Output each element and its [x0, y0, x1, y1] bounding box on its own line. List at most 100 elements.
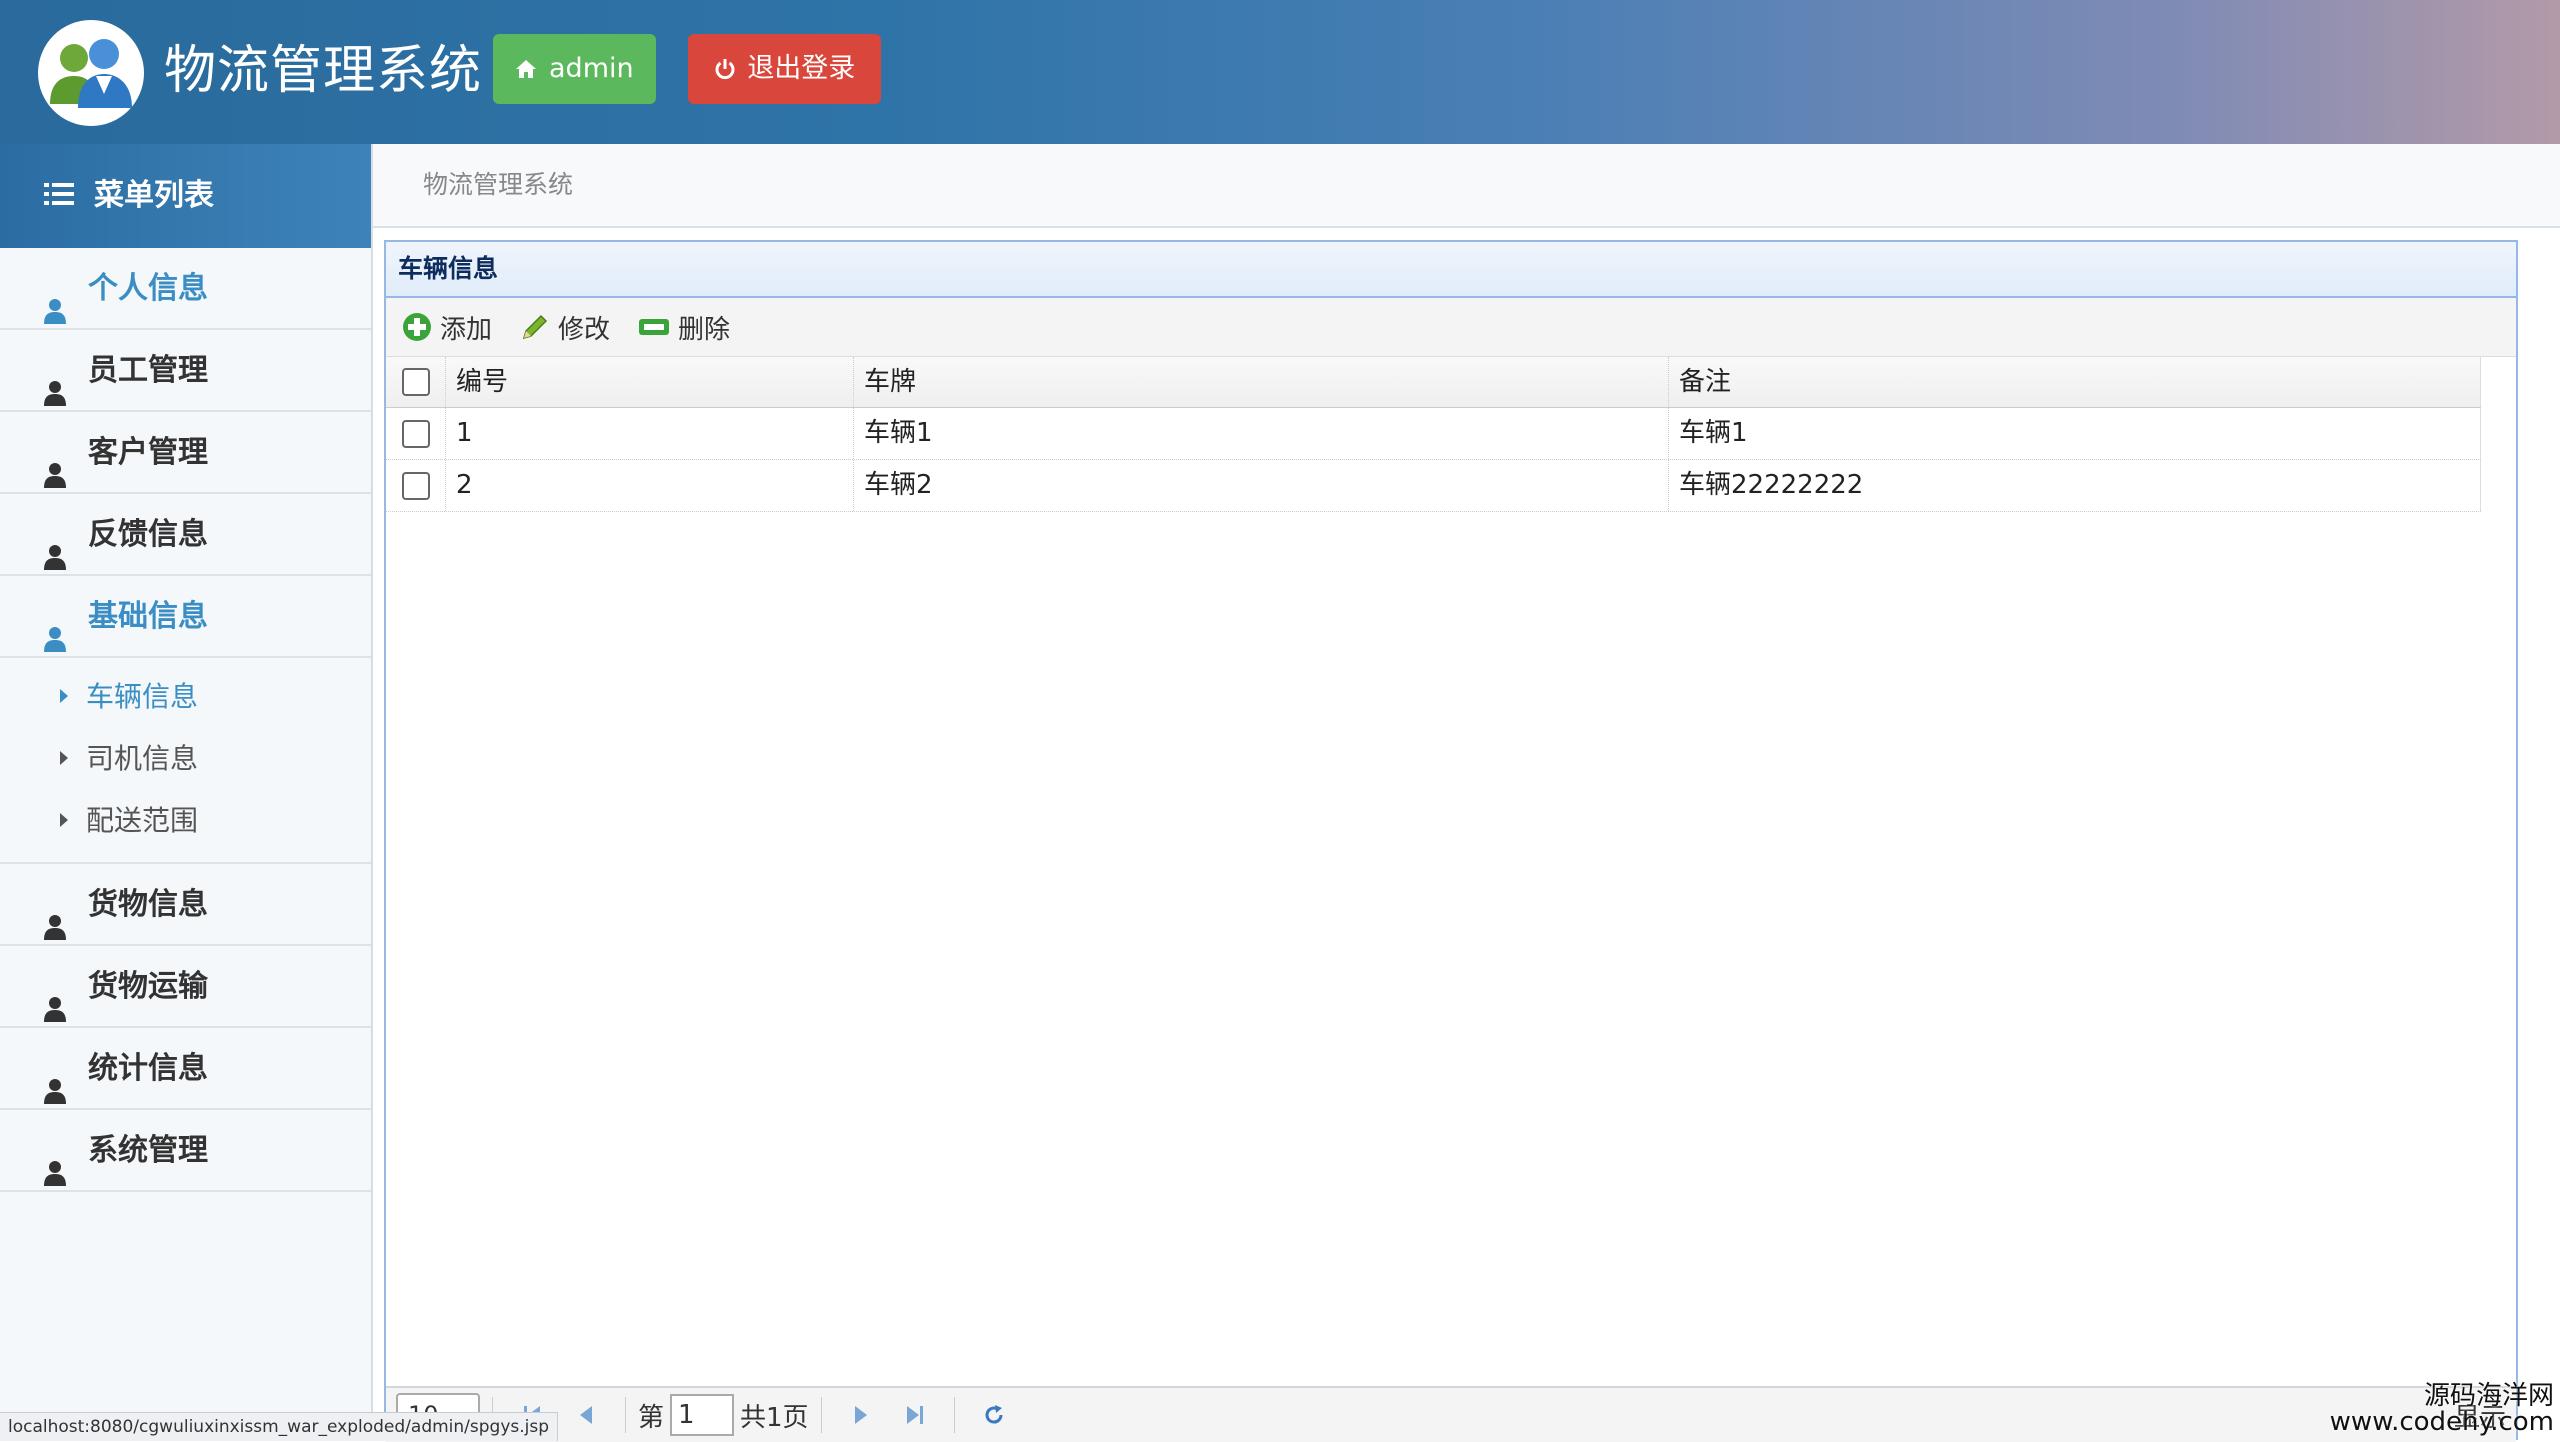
submenu-item-label: 车辆信息	[86, 680, 199, 713]
next-page-button[interactable]	[844, 1398, 878, 1432]
watermark-line2: www.codehy.com	[2329, 1407, 2554, 1437]
edit-label: 修改	[558, 314, 611, 345]
submenu-item-label: 司机信息	[86, 742, 199, 775]
column-header-id[interactable]: 编号	[446, 357, 854, 407]
sidebar-item-transport[interactable]: 货物运输	[0, 946, 371, 1028]
row-checkbox[interactable]	[401, 471, 430, 500]
divider	[820, 1397, 822, 1433]
last-page-icon	[906, 1406, 923, 1424]
sidebar-item-label: 货物运输	[88, 969, 208, 1004]
delete-icon	[639, 319, 670, 335]
sidebar-item-label: 个人信息	[88, 271, 208, 306]
add-button[interactable]: 添加	[402, 309, 492, 346]
divider	[953, 1397, 955, 1433]
breadcrumb: 物流管理系统	[423, 170, 574, 199]
menu-header: 菜单列表	[0, 144, 371, 248]
user-icon	[44, 972, 66, 1022]
cell-id: 2	[446, 460, 854, 511]
next-page-icon	[854, 1406, 867, 1424]
row-select-cell	[386, 460, 446, 511]
pagination-bar: 10 第 1 共1页 显示	[386, 1386, 2516, 1442]
sidebar-item-statistics[interactable]: 统计信息	[0, 1028, 371, 1110]
home-icon	[515, 55, 545, 83]
caret-right-icon	[60, 689, 68, 703]
row-select-cell	[386, 408, 446, 459]
admin-user-button[interactable]: admin	[493, 34, 656, 104]
sidebar-item-employees[interactable]: 员工管理	[0, 330, 371, 412]
user-icon	[44, 602, 66, 652]
sidebar-item-label: 货物信息	[88, 887, 208, 922]
app-logo	[38, 20, 144, 126]
prev-page-button[interactable]	[569, 1398, 603, 1432]
user-icon	[44, 890, 66, 940]
row-checkbox[interactable]	[401, 419, 430, 448]
top-header: 物流管理系统 admin 退出登录	[0, 0, 2560, 144]
sidebar-item-basic-info[interactable]: 基础信息	[0, 576, 371, 658]
sidebar-item-label: 基础信息	[88, 599, 208, 634]
prev-page-icon	[580, 1406, 592, 1424]
table-header: 编号 车牌 备注	[386, 357, 2481, 408]
divider	[625, 1397, 626, 1433]
watermark-line1: 源码海洋网	[2423, 1381, 2554, 1411]
sidebar-item-label: 系统管理	[88, 1133, 208, 1168]
admin-user-label: admin	[549, 53, 634, 84]
cell-plate: 车辆2	[854, 460, 1669, 511]
cell-plate: 车辆1	[854, 408, 1669, 459]
refresh-icon	[985, 1405, 1003, 1424]
cell-remark: 车辆22222222	[1669, 460, 2481, 511]
breadcrumb-bar: 物流管理系统	[373, 144, 2560, 228]
column-header-remark[interactable]: 备注	[1669, 357, 2481, 407]
total-pages: 共1页	[740, 1402, 809, 1433]
add-label: 添加	[440, 314, 493, 345]
pencil-icon	[522, 314, 548, 340]
basic-info-submenu: 车辆信息 司机信息 配送范围	[0, 658, 371, 864]
page-prefix: 第	[638, 1402, 665, 1433]
last-page-button[interactable]	[898, 1398, 932, 1432]
select-all-cell	[386, 357, 446, 407]
menu-title: 菜单列表	[94, 178, 214, 213]
submenu-item-vehicles[interactable]: 车辆信息	[0, 666, 371, 728]
sidebar-item-label: 反馈信息	[88, 517, 208, 552]
submenu-item-drivers[interactable]: 司机信息	[0, 728, 371, 790]
toolbar: 添加 修改 删除	[386, 298, 2516, 357]
sidebar-item-profile[interactable]: 个人信息	[0, 248, 371, 330]
column-header-plate[interactable]: 车牌	[854, 357, 1669, 407]
delete-label: 删除	[678, 314, 731, 345]
submenu-item-label: 配送范围	[86, 804, 199, 837]
panel-title: 车辆信息	[386, 242, 2516, 298]
logout-button[interactable]: 退出登录	[688, 34, 881, 104]
table-row[interactable]: 1 车辆1 车辆1	[386, 408, 2481, 460]
caret-right-icon	[60, 751, 68, 765]
sidebar-item-customers[interactable]: 客户管理	[0, 412, 371, 494]
delete-button[interactable]: 删除	[638, 309, 730, 346]
table-row[interactable]: 2 车辆2 车辆22222222	[386, 460, 2481, 512]
current-page-input[interactable]: 1	[670, 1394, 735, 1436]
add-icon	[403, 313, 431, 341]
power-icon	[714, 55, 744, 83]
user-icon	[44, 438, 66, 488]
user-icon	[44, 1136, 66, 1186]
user-icon	[44, 520, 66, 570]
vehicle-table: 编号 车牌 备注 1 车辆1 车辆1 2 车辆2 车辆22222222	[386, 357, 2516, 512]
edit-button[interactable]: 修改	[520, 309, 610, 346]
sidebar-item-label: 统计信息	[88, 1051, 208, 1086]
sidebar-item-system[interactable]: 系统管理	[0, 1110, 371, 1192]
sidebar-item-label: 员工管理	[88, 353, 208, 388]
list-icon	[44, 145, 74, 249]
sidebar: 菜单列表 个人信息 员工管理 客户管理 反馈信息 基础信息 车辆信息 司机信息 …	[0, 144, 373, 1440]
watermark: 源码海洋网 www.codehy.com	[2330, 1383, 2554, 1435]
app-title: 物流管理系统	[164, 41, 483, 101]
user-icon	[44, 274, 66, 324]
sidebar-item-goods[interactable]: 货物信息	[0, 864, 371, 946]
sidebar-item-feedback[interactable]: 反馈信息	[0, 494, 371, 576]
cell-id: 1	[446, 408, 854, 459]
select-all-checkbox[interactable]	[401, 368, 430, 396]
user-icon	[44, 356, 66, 406]
cell-remark: 车辆1	[1669, 408, 2481, 459]
submenu-item-delivery-area[interactable]: 配送范围	[0, 790, 371, 852]
logout-label: 退出登录	[747, 53, 856, 84]
refresh-button[interactable]	[977, 1398, 1011, 1432]
caret-right-icon	[60, 813, 68, 827]
vehicle-panel: 车辆信息 添加 修改 删除 编号 车牌 备注 1 车辆1 车辆1 2 车辆2 车…	[384, 240, 2518, 1440]
sidebar-item-label: 客户管理	[88, 435, 208, 470]
